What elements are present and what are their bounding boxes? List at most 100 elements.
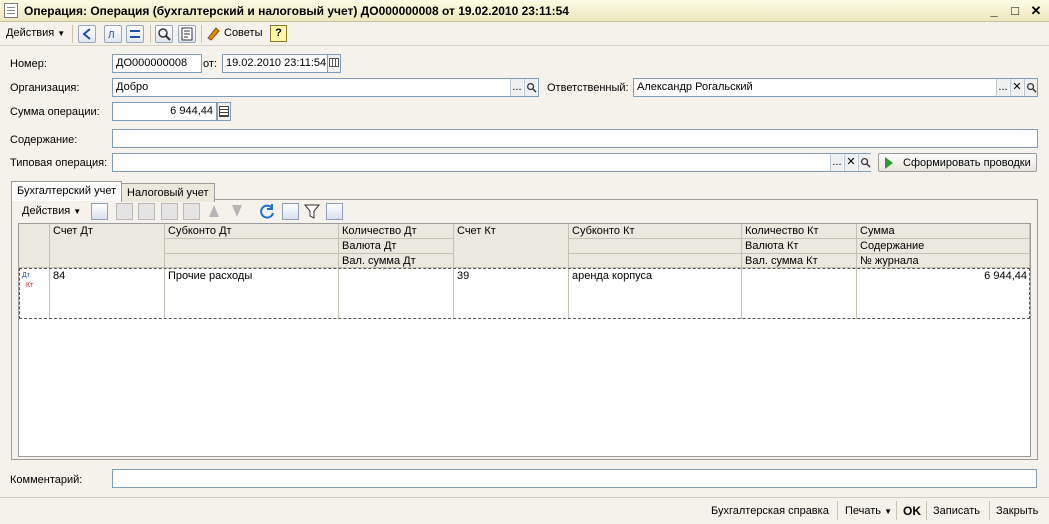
entries-table[interactable]: Счет Дт Субконто Дт Количество Дт Валюта…: [18, 223, 1031, 457]
header-journal-no[interactable]: № журнала: [857, 254, 1030, 268]
comment-field[interactable]: [112, 469, 1037, 488]
calendar-icon: [329, 58, 339, 67]
responsible-select-button[interactable]: ...: [996, 79, 1009, 96]
responsible-clear-button[interactable]: ✕: [1010, 79, 1023, 96]
end-edit-icon[interactable]: [183, 203, 200, 220]
debit-credit-icon[interactable]: Л: [104, 25, 122, 43]
number-field[interactable]: ДО000000008: [112, 54, 202, 73]
calculator-icon: [219, 106, 229, 117]
bottom-separator: [989, 501, 990, 520]
organization-select-button[interactable]: ...: [510, 79, 523, 96]
preview-icon[interactable]: [155, 25, 173, 43]
organization-open-button[interactable]: [524, 79, 537, 96]
responsible-field[interactable]: Александр Рогальский: [633, 78, 1038, 97]
header-credit-subconto[interactable]: Субконто Кт: [569, 224, 742, 239]
header-debit-account[interactable]: Счет Дт: [50, 224, 165, 268]
tab-accounting[interactable]: Бухгалтерский учет: [11, 181, 123, 201]
add-row-icon[interactable]: [91, 203, 108, 220]
fill-icon[interactable]: [282, 203, 299, 220]
comment-label: Комментарий:: [10, 474, 83, 486]
generate-entries-button[interactable]: Сформировать проводки: [878, 153, 1037, 172]
print-menu-button[interactable]: Печать ▼: [845, 505, 892, 517]
header-credit-subconto-2: [569, 239, 742, 254]
move-down-icon[interactable]: [232, 205, 242, 217]
clear-icon: ✕: [846, 156, 856, 168]
header-credit-qty[interactable]: Количество Кт: [742, 224, 857, 239]
header-debit-subconto-3: [165, 254, 339, 268]
organization-field[interactable]: Добро: [112, 78, 539, 97]
document-icon: [4, 3, 18, 18]
number-label: Номер:: [10, 58, 47, 70]
copy-row-icon[interactable]: [116, 203, 133, 220]
date-field[interactable]: 19.02.2010 23:11:54: [222, 54, 328, 73]
bottom-separator: [837, 501, 838, 520]
accounting-report-button[interactable]: Бухгалтерская справка: [711, 505, 829, 517]
print-label: Печать: [845, 505, 882, 517]
toolbar-separator: [72, 25, 73, 43]
header-debit-subconto-2: [165, 239, 339, 254]
typical-operation-field[interactable]: [112, 153, 871, 172]
minimize-button[interactable]: _: [986, 3, 1002, 19]
delete-row-icon[interactable]: [161, 203, 178, 220]
responsible-label: Ответственный:: [547, 82, 629, 94]
content-label: Содержание:: [10, 134, 78, 146]
maximize-button[interactable]: □: [1007, 3, 1023, 19]
ok-button[interactable]: OK: [903, 504, 921, 518]
chevron-down-icon: ▼: [57, 29, 66, 38]
calendar-button[interactable]: [327, 54, 341, 73]
post-document-icon[interactable]: [78, 25, 96, 43]
toolbar-separator: [150, 25, 151, 43]
typical-operation-clear-button[interactable]: ✕: [844, 154, 857, 171]
typical-operation-open-button[interactable]: [858, 154, 871, 171]
row-icon-header: [19, 224, 50, 268]
tips-icon[interactable]: [206, 25, 222, 41]
amount-label: Сумма операции:: [10, 106, 100, 118]
grid-actions-menu[interactable]: Действия ▼: [22, 205, 81, 217]
print-form-icon[interactable]: [178, 25, 196, 43]
amount-field[interactable]: 6 944,44: [112, 102, 217, 121]
columns-settings-icon[interactable]: [326, 203, 343, 220]
close-button[interactable]: Закрыть: [996, 505, 1038, 517]
refresh-icon[interactable]: [258, 202, 276, 220]
header-debit-subconto[interactable]: Субконто Дт: [165, 224, 339, 239]
header-credit-currency[interactable]: Валюта Кт: [742, 239, 857, 254]
header-debit-qty[interactable]: Количество Дт: [339, 224, 454, 239]
organization-label: Организация:: [10, 82, 80, 94]
filter-icon[interactable]: [303, 203, 321, 220]
bottom-separator: [926, 501, 927, 520]
clear-icon: ✕: [1012, 81, 1022, 93]
typical-operation-select-button[interactable]: ...: [830, 154, 843, 171]
svg-text:Л: Л: [108, 30, 115, 41]
header-sum[interactable]: Сумма: [857, 224, 1030, 239]
header-credit-account[interactable]: Счет Кт: [454, 224, 569, 268]
chevron-down-icon: ▼: [884, 507, 893, 516]
window-title: Операция: Операция (бухгалтерский и нало…: [24, 4, 569, 18]
play-icon: [885, 157, 893, 169]
actions-menu-label: Действия: [6, 27, 55, 39]
toolbar-separator: [201, 25, 202, 43]
calculator-button[interactable]: [217, 102, 231, 121]
header-debit-cur-amount[interactable]: Вал. сумма Дт: [339, 254, 454, 268]
actions-menu[interactable]: Действия ▼: [6, 27, 65, 39]
edit-row-icon[interactable]: [138, 203, 155, 220]
header-credit-cur-amount[interactable]: Вал. сумма Кт: [742, 254, 857, 268]
selected-row-frame: [19, 268, 1030, 319]
header-content[interactable]: Содержание: [857, 239, 1030, 254]
move-up-icon[interactable]: [209, 205, 219, 217]
help-button[interactable]: ?: [270, 25, 287, 42]
save-button[interactable]: Записать: [933, 505, 980, 517]
content-field[interactable]: [112, 129, 1038, 148]
grid-actions-label: Действия: [22, 205, 71, 217]
date-label: от:: [203, 58, 217, 70]
typical-operation-label: Типовая операция:: [10, 157, 108, 169]
header-credit-subconto-3: [569, 254, 742, 268]
tips-button[interactable]: Советы: [224, 27, 262, 39]
generate-entries-label: Сформировать проводки: [903, 157, 1031, 169]
close-window-button[interactable]: ✕: [1028, 3, 1044, 19]
header-debit-currency[interactable]: Валюта Дт: [339, 239, 454, 254]
tab-tax[interactable]: Налоговый учет: [121, 183, 215, 202]
structure-icon[interactable]: [126, 25, 144, 43]
chevron-down-icon: ▼: [73, 207, 82, 216]
bottom-separator: [896, 501, 897, 520]
responsible-open-button[interactable]: [1024, 79, 1037, 96]
